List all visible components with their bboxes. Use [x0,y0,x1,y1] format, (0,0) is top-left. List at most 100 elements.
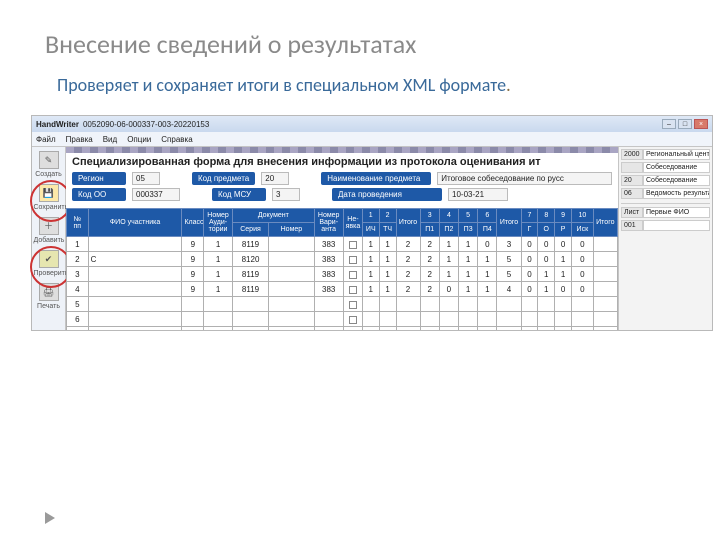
cell[interactable]: 1 [439,267,458,282]
tool-check[interactable]: ✔ Проверить [34,250,64,277]
cell[interactable]: 1 [478,282,497,297]
oo-code-input[interactable]: 000337 [132,188,180,201]
cell[interactable]: 1 [362,252,379,267]
checkbox[interactable] [349,301,357,309]
cell[interactable]: 0 [572,282,594,297]
cell[interactable]: 2 [420,267,439,282]
subject-name-input[interactable]: Итоговое собеседование по русс [437,172,612,185]
cell[interactable] [88,312,182,327]
cell[interactable]: 1 [439,237,458,252]
cell[interactable]: 1 [204,252,233,267]
cell[interactable] [88,297,182,312]
date-input[interactable]: 10-03-21 [448,188,508,201]
protocol-table[interactable]: № пп ФИО участника Класс Номер Ауди-тори… [66,208,618,330]
cell[interactable] [343,297,362,312]
cell[interactable] [459,327,478,331]
cell[interactable] [343,282,362,297]
cell[interactable]: 5 [497,252,521,267]
cell[interactable] [343,312,362,327]
cell[interactable] [593,312,617,327]
cell[interactable]: 1 [204,267,233,282]
maximize-button[interactable]: □ [678,119,692,129]
cell[interactable]: 2 [396,267,420,282]
cell[interactable] [439,297,458,312]
cell[interactable]: 1 [204,282,233,297]
cell[interactable]: 2 [420,237,439,252]
cell[interactable] [439,327,458,331]
cell[interactable] [478,297,497,312]
cell[interactable] [497,297,521,312]
cell[interactable] [396,312,420,327]
cell[interactable] [420,327,439,331]
cell[interactable] [572,312,594,327]
cell[interactable]: 9 [182,252,204,267]
cell[interactable]: 1 [362,282,379,297]
cell[interactable] [459,312,478,327]
cell[interactable]: 0 [439,282,458,297]
cell[interactable] [314,297,343,312]
table-body[interactable]: 19181193831122110300002С9181203831122111… [67,237,618,331]
cell[interactable]: 9 [182,282,204,297]
cell[interactable] [593,327,617,331]
cell[interactable]: 0 [521,282,538,297]
cell[interactable] [204,327,233,331]
cell[interactable]: 1 [555,252,572,267]
cell[interactable] [478,327,497,331]
cell[interactable] [555,327,572,331]
cell[interactable]: 1 [379,267,396,282]
cell[interactable] [362,327,379,331]
cell[interactable] [420,297,439,312]
cell[interactable] [182,327,204,331]
tool-save[interactable]: 💾 Сохранить [34,184,64,211]
cell[interactable] [593,237,617,252]
cell[interactable]: 1 [379,237,396,252]
cell[interactable]: 1 [459,237,478,252]
cell[interactable] [396,327,420,331]
cell[interactable] [538,312,555,327]
cell[interactable]: С [88,252,182,267]
cell[interactable]: 383 [314,237,343,252]
cell[interactable] [497,312,521,327]
cell[interactable]: 2 [396,237,420,252]
cell[interactable] [478,312,497,327]
cell[interactable] [88,282,182,297]
cell[interactable]: 0 [521,252,538,267]
cell[interactable] [459,297,478,312]
cell[interactable]: 383 [314,282,343,297]
cell[interactable] [396,297,420,312]
table-row[interactable]: 2С918120383112211150010 [67,252,618,267]
checkbox[interactable] [349,286,357,294]
cell[interactable] [314,327,343,331]
cell[interactable]: 6 [67,312,89,327]
cell[interactable]: 2 [396,282,420,297]
cell[interactable] [497,327,521,331]
table-row[interactable]: 6 [67,312,618,327]
cell[interactable] [538,297,555,312]
cell[interactable] [232,297,268,312]
subject-code-input[interactable]: 20 [261,172,289,185]
cell[interactable]: 1 [439,252,458,267]
cell[interactable]: 9 [182,237,204,252]
cell[interactable] [379,297,396,312]
cell[interactable]: 1 [379,282,396,297]
cell[interactable]: 1 [538,267,555,282]
cell[interactable] [269,252,315,267]
cell[interactable] [269,282,315,297]
cell[interactable]: 2 [396,252,420,267]
cell[interactable]: 1 [379,252,396,267]
cell[interactable] [269,327,315,331]
table-row[interactable]: 4918119383112201140100 [67,282,618,297]
cell[interactable] [182,297,204,312]
cell[interactable] [343,267,362,282]
cell[interactable] [362,297,379,312]
cell[interactable]: 3 [67,267,89,282]
tool-new[interactable]: ✎ Создать [34,151,64,178]
checkbox[interactable] [349,256,357,264]
cell[interactable]: 0 [521,267,538,282]
cell[interactable] [343,237,362,252]
cell[interactable]: 0 [555,237,572,252]
cell[interactable]: 383 [314,267,343,282]
cell[interactable]: 1 [204,237,233,252]
cell[interactable] [343,252,362,267]
cell[interactable] [269,267,315,282]
